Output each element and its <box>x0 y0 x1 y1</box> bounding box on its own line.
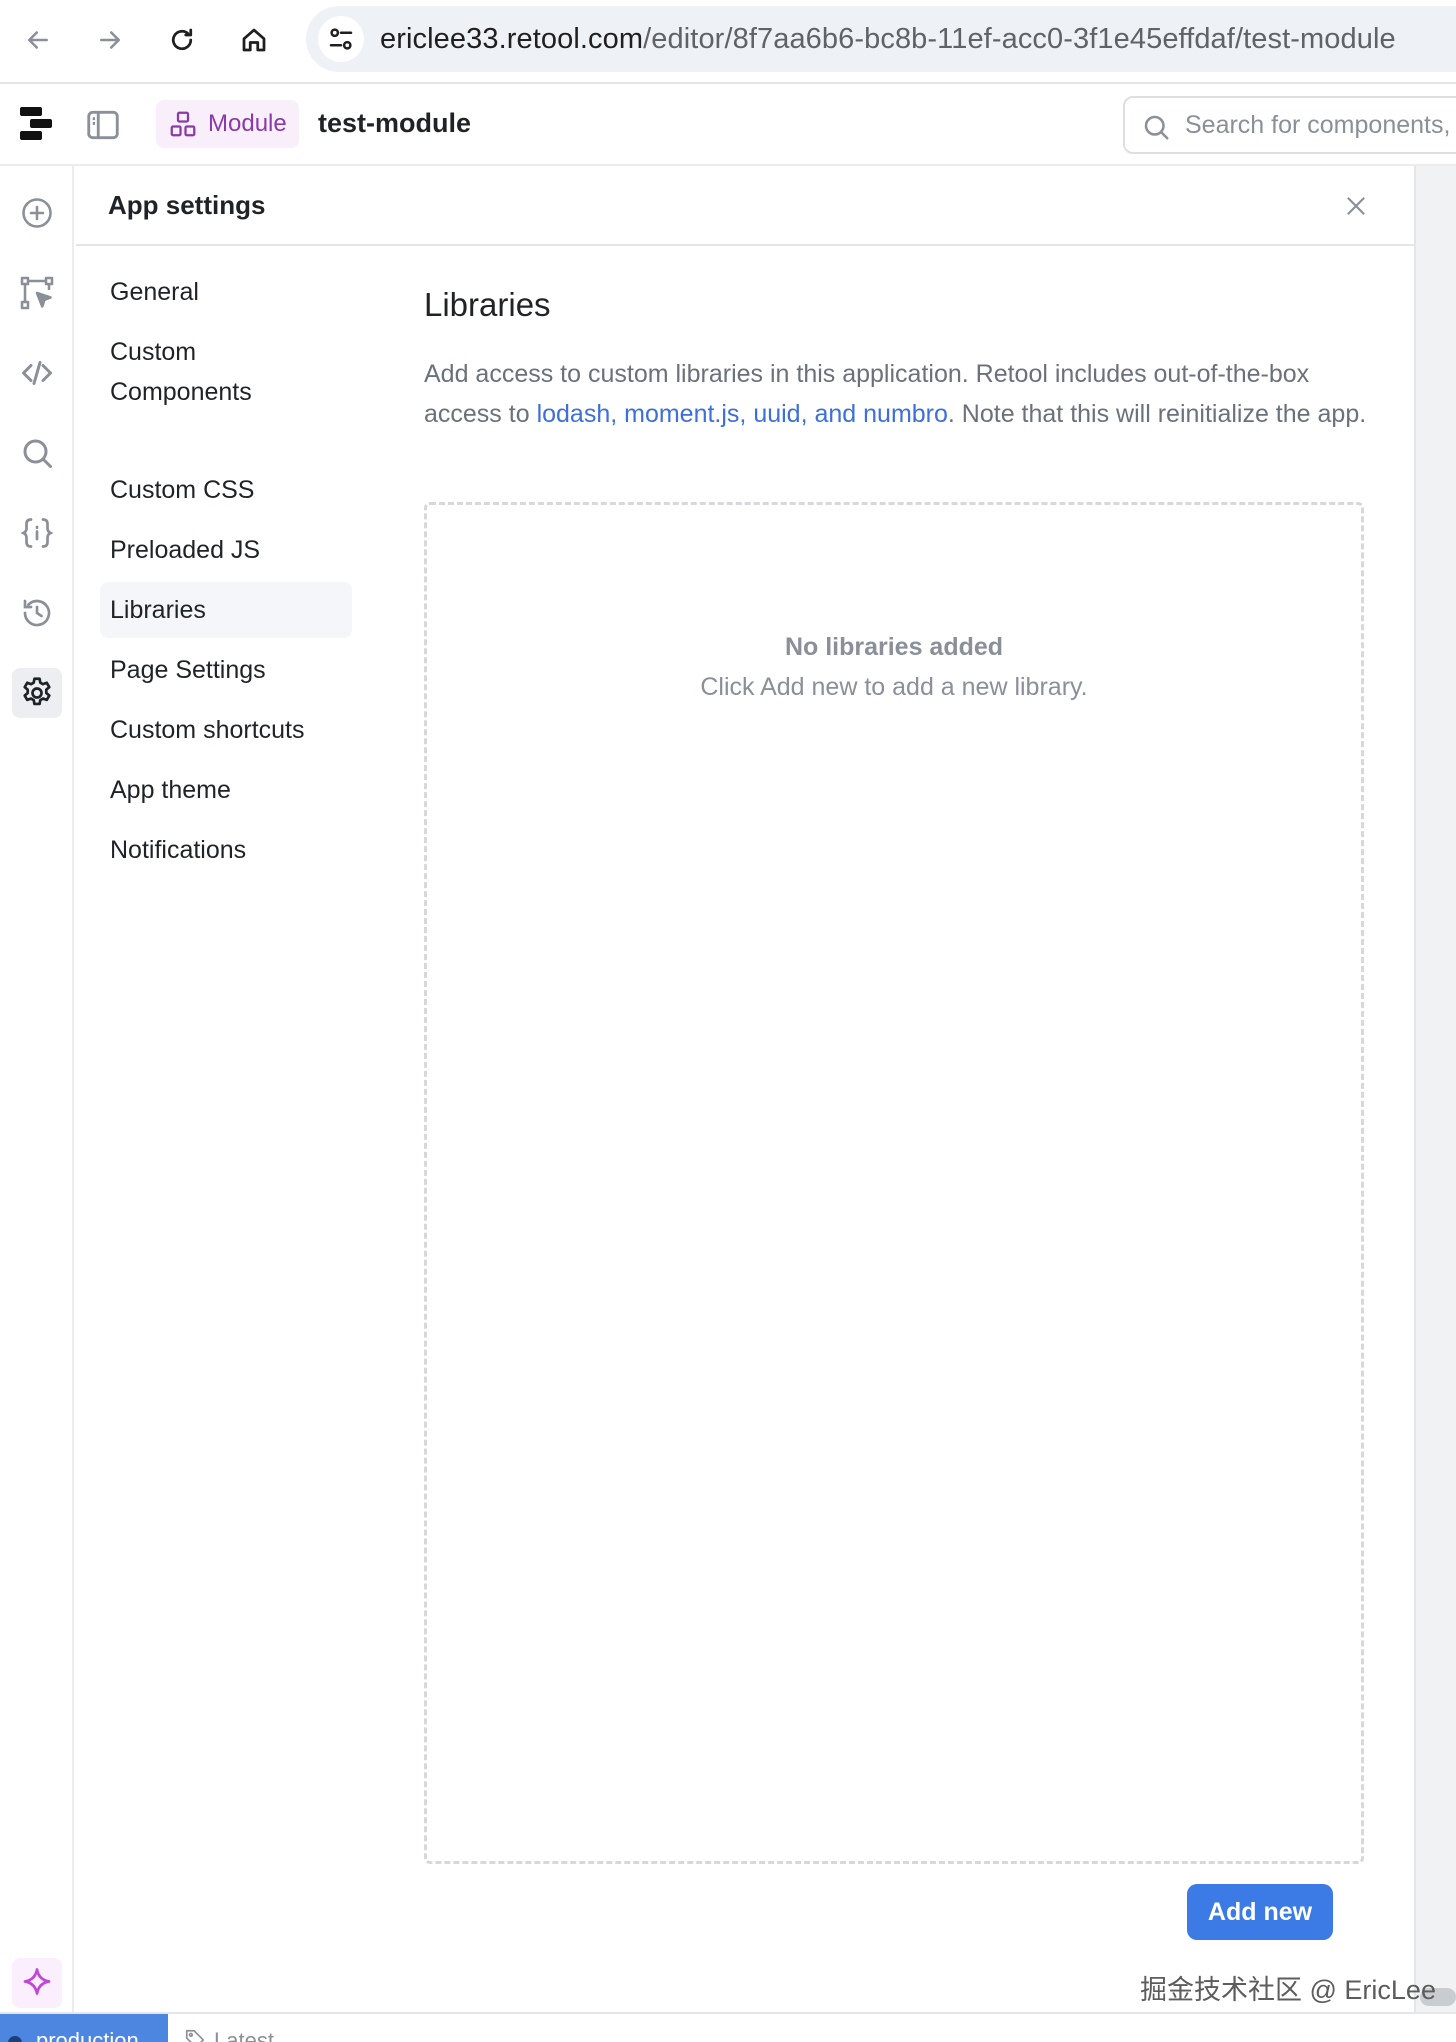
module-icon <box>170 111 196 137</box>
address-bar[interactable]: ericlee33.retool.com/editor/8f7aa6b6-bc8… <box>306 6 1456 72</box>
tag-icon <box>185 2029 205 2042</box>
libraries-title: Libraries <box>424 286 551 323</box>
arrow-right-icon <box>100 31 120 49</box>
libraries-empty-state: No libraries added Click Add new to add … <box>424 502 1364 1864</box>
braces-info-icon <box>20 518 54 548</box>
module-badge[interactable]: Module <box>156 100 299 148</box>
left-icon-rail <box>0 166 74 2012</box>
search-icon <box>23 439 52 468</box>
version-tag[interactable]: Latest <box>184 2028 274 2042</box>
ai-assist-button[interactable] <box>12 1958 62 2008</box>
arrow-left-icon <box>28 31 48 49</box>
environment-dot-icon <box>8 2036 22 2042</box>
url-host: ericlee33.retool.com <box>380 23 644 55</box>
settings-nav-custom-shortcuts[interactable]: Custom shortcuts <box>100 710 352 750</box>
select-cursor-icon <box>20 276 54 310</box>
settings-nav-preloaded-js[interactable]: Preloaded JS <box>100 530 352 570</box>
environment-label: production <box>36 2028 139 2042</box>
description-text-end: . Note that this will reinitialize the a… <box>947 400 1367 428</box>
panel-toggle-icon[interactable] <box>84 106 122 144</box>
history-icon <box>23 599 51 627</box>
empty-state-subtitle: Click Add new to add a new library. <box>700 673 1088 701</box>
browser-toolbar: ericlee33.retool.com/editor/8f7aa6b6-bc8… <box>0 0 1456 84</box>
add-new-library-button[interactable]: Add new <box>1187 1884 1333 1940</box>
search-button[interactable] <box>12 428 62 478</box>
settings-header: App settings <box>76 166 1414 246</box>
app-settings-panel: App settings General Custom Components C… <box>76 166 1414 2012</box>
url-path: /editor/8f7aa6b6-bc8b-11ef-acc0-3f1e45ef… <box>643 23 1396 55</box>
settings-title: App settings <box>108 190 266 220</box>
reload-icon <box>171 28 193 51</box>
close-icon <box>1347 197 1365 215</box>
tune-icon <box>329 28 353 50</box>
home-button[interactable] <box>230 16 278 64</box>
watermark: 掘金技术社区 @ EricLee <box>1140 1975 1436 2005</box>
settings-nav-custom-css[interactable]: Custom CSS <box>100 470 352 510</box>
module-label: Module <box>208 110 287 137</box>
version-label: Latest <box>214 2028 274 2042</box>
component-tree-button[interactable] <box>12 268 62 318</box>
status-bar: production Latest <box>0 2012 1456 2042</box>
gear-icon <box>23 677 51 706</box>
empty-state-title: No libraries added <box>784 633 1004 661</box>
close-settings-button[interactable] <box>1336 186 1376 226</box>
settings-nav-app-theme[interactable]: App theme <box>100 770 352 810</box>
url-text[interactable]: ericlee33.retool.com/editor/8f7aa6b6-bc8… <box>380 23 1396 56</box>
code-button[interactable] <box>12 348 62 398</box>
component-search[interactable] <box>1123 96 1456 154</box>
code-icon <box>22 361 52 385</box>
add-component-button[interactable] <box>12 188 62 238</box>
home-icon <box>242 28 266 52</box>
history-button[interactable] <box>12 588 62 638</box>
back-button[interactable] <box>14 16 62 64</box>
site-info-button[interactable] <box>318 16 364 62</box>
reload-button[interactable] <box>158 16 206 64</box>
retool-logo-icon[interactable] <box>18 104 58 144</box>
settings-nav-notifications[interactable]: Notifications <box>100 830 352 870</box>
sparkle-icon <box>23 1968 51 1995</box>
builtin-libraries-link[interactable]: lodash, moment.js, uuid, and numbro <box>537 400 948 428</box>
libraries-description: Add access to custom libraries in this a… <box>424 354 1374 434</box>
canvas-edge <box>1414 166 1456 2012</box>
editor-header: Module test-module <box>0 84 1456 166</box>
search-input[interactable] <box>1185 98 1456 152</box>
settings-nav-libraries[interactable]: Libraries <box>100 582 352 638</box>
settings-nav-page-settings[interactable]: Page Settings <box>100 650 352 690</box>
app-name[interactable]: test-module <box>318 108 471 139</box>
settings-nav-general[interactable]: General <box>100 272 352 312</box>
state-button[interactable] <box>12 508 62 558</box>
settings-button[interactable] <box>12 668 62 718</box>
settings-nav-custom-components[interactable]: Custom Components <box>100 332 352 412</box>
search-icon <box>1144 115 1169 140</box>
forward-button[interactable] <box>86 16 134 64</box>
environment-badge[interactable]: production <box>0 2014 168 2042</box>
plus-circle-icon <box>22 198 52 228</box>
